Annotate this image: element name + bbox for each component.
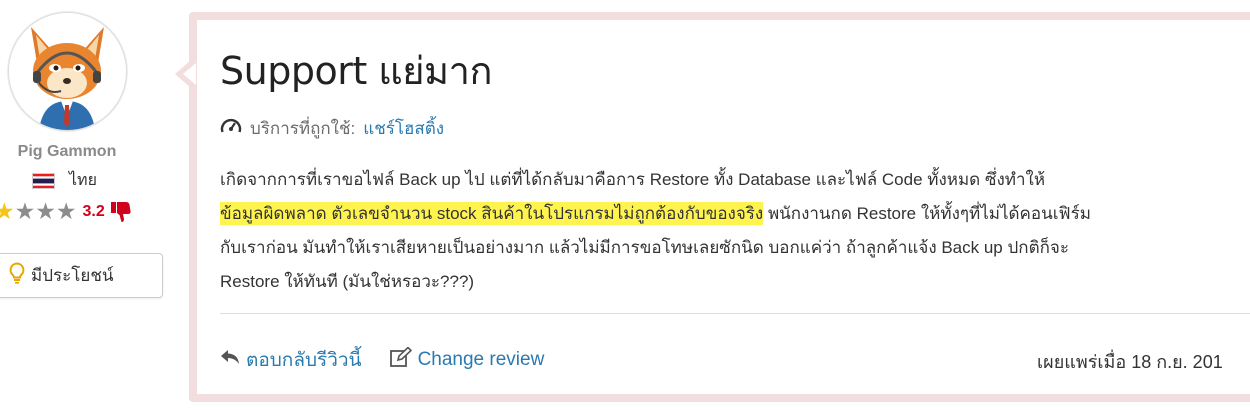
review-line: Restore ให้ทันที (มันใช่หรอวะ???) — [220, 272, 475, 291]
review-title: Support แย่มาก — [220, 49, 492, 93]
star-empty-icon: ★ — [14, 198, 36, 224]
card-pointer-inner — [183, 63, 196, 85]
author-country: ไทย — [32, 168, 97, 193]
thailand-flag-icon — [32, 172, 55, 189]
service-label: บริการที่ถูกใช้: — [250, 119, 356, 138]
review-line: ข้อมูลผิดพลาด ตัวเลขจำนวน stock สินค้าใน… — [220, 197, 1250, 231]
reply-link[interactable]: ตอบกลับรีวิวนี้ — [220, 345, 362, 375]
review-actions: ตอบกลับรีวิวนี้ Change review — [220, 345, 544, 375]
highlighted-text: ข้อมูลผิดพลาด ตัวเลขจำนวน stock สินค้าใน… — [220, 202, 764, 225]
review-line: กับเราก่อน มันทำให้เราเสียหายเป็นอย่างมา… — [220, 238, 1069, 257]
edit-icon — [389, 346, 412, 373]
star-empty-icon: ★ — [35, 198, 56, 224]
country-name: ไทย — [69, 172, 97, 189]
rating-value: 3.2 — [82, 202, 105, 220]
review-line-rest: พนักงานกด Restore ให้ทั้งๆที่ไม่ได้คอนเฟ… — [763, 204, 1091, 223]
star-filled-icon: ★ — [0, 198, 15, 224]
author-panel: Pig Gammon ไทย ★ ★ ★ ★ 3.2 มีประโยชน์ — [0, 0, 180, 410]
star-empty-icon: ★ — [55, 198, 77, 224]
change-review-label: Change review — [417, 349, 545, 370]
review-line: เกิดจากการที่เราขอไฟล์ Back up ไป แต่ที่… — [220, 170, 1046, 189]
reply-label: ตอบกลับรีวิวนี้ — [246, 350, 362, 371]
divider — [220, 313, 1250, 314]
avatar[interactable] — [8, 12, 127, 131]
author-name[interactable]: Pig Gammon — [0, 143, 134, 161]
lightbulb-icon — [9, 262, 25, 289]
change-review-link[interactable]: Change review — [389, 346, 545, 373]
reply-arrow-icon — [220, 349, 240, 371]
service-link[interactable]: แชร์โฮสติ้ง — [363, 115, 444, 142]
helpful-button[interactable]: มีประโยชน์ — [0, 253, 163, 298]
published-date: เผยแพร่เมื่อ 18 ก.ย. 201 — [1037, 352, 1223, 372]
thumbs-down-icon — [110, 201, 131, 223]
service-used: บริการที่ถูกใช้: แชร์โฮสติ้ง — [220, 115, 444, 142]
speedometer-icon — [220, 117, 242, 140]
helpful-label: มีประโยชน์ — [31, 266, 114, 285]
author-rating: ★ ★ ★ ★ 3.2 — [0, 200, 131, 223]
review-body: เกิดจากการที่เราขอไฟล์ Back up ไป แต่ที่… — [220, 163, 1250, 299]
